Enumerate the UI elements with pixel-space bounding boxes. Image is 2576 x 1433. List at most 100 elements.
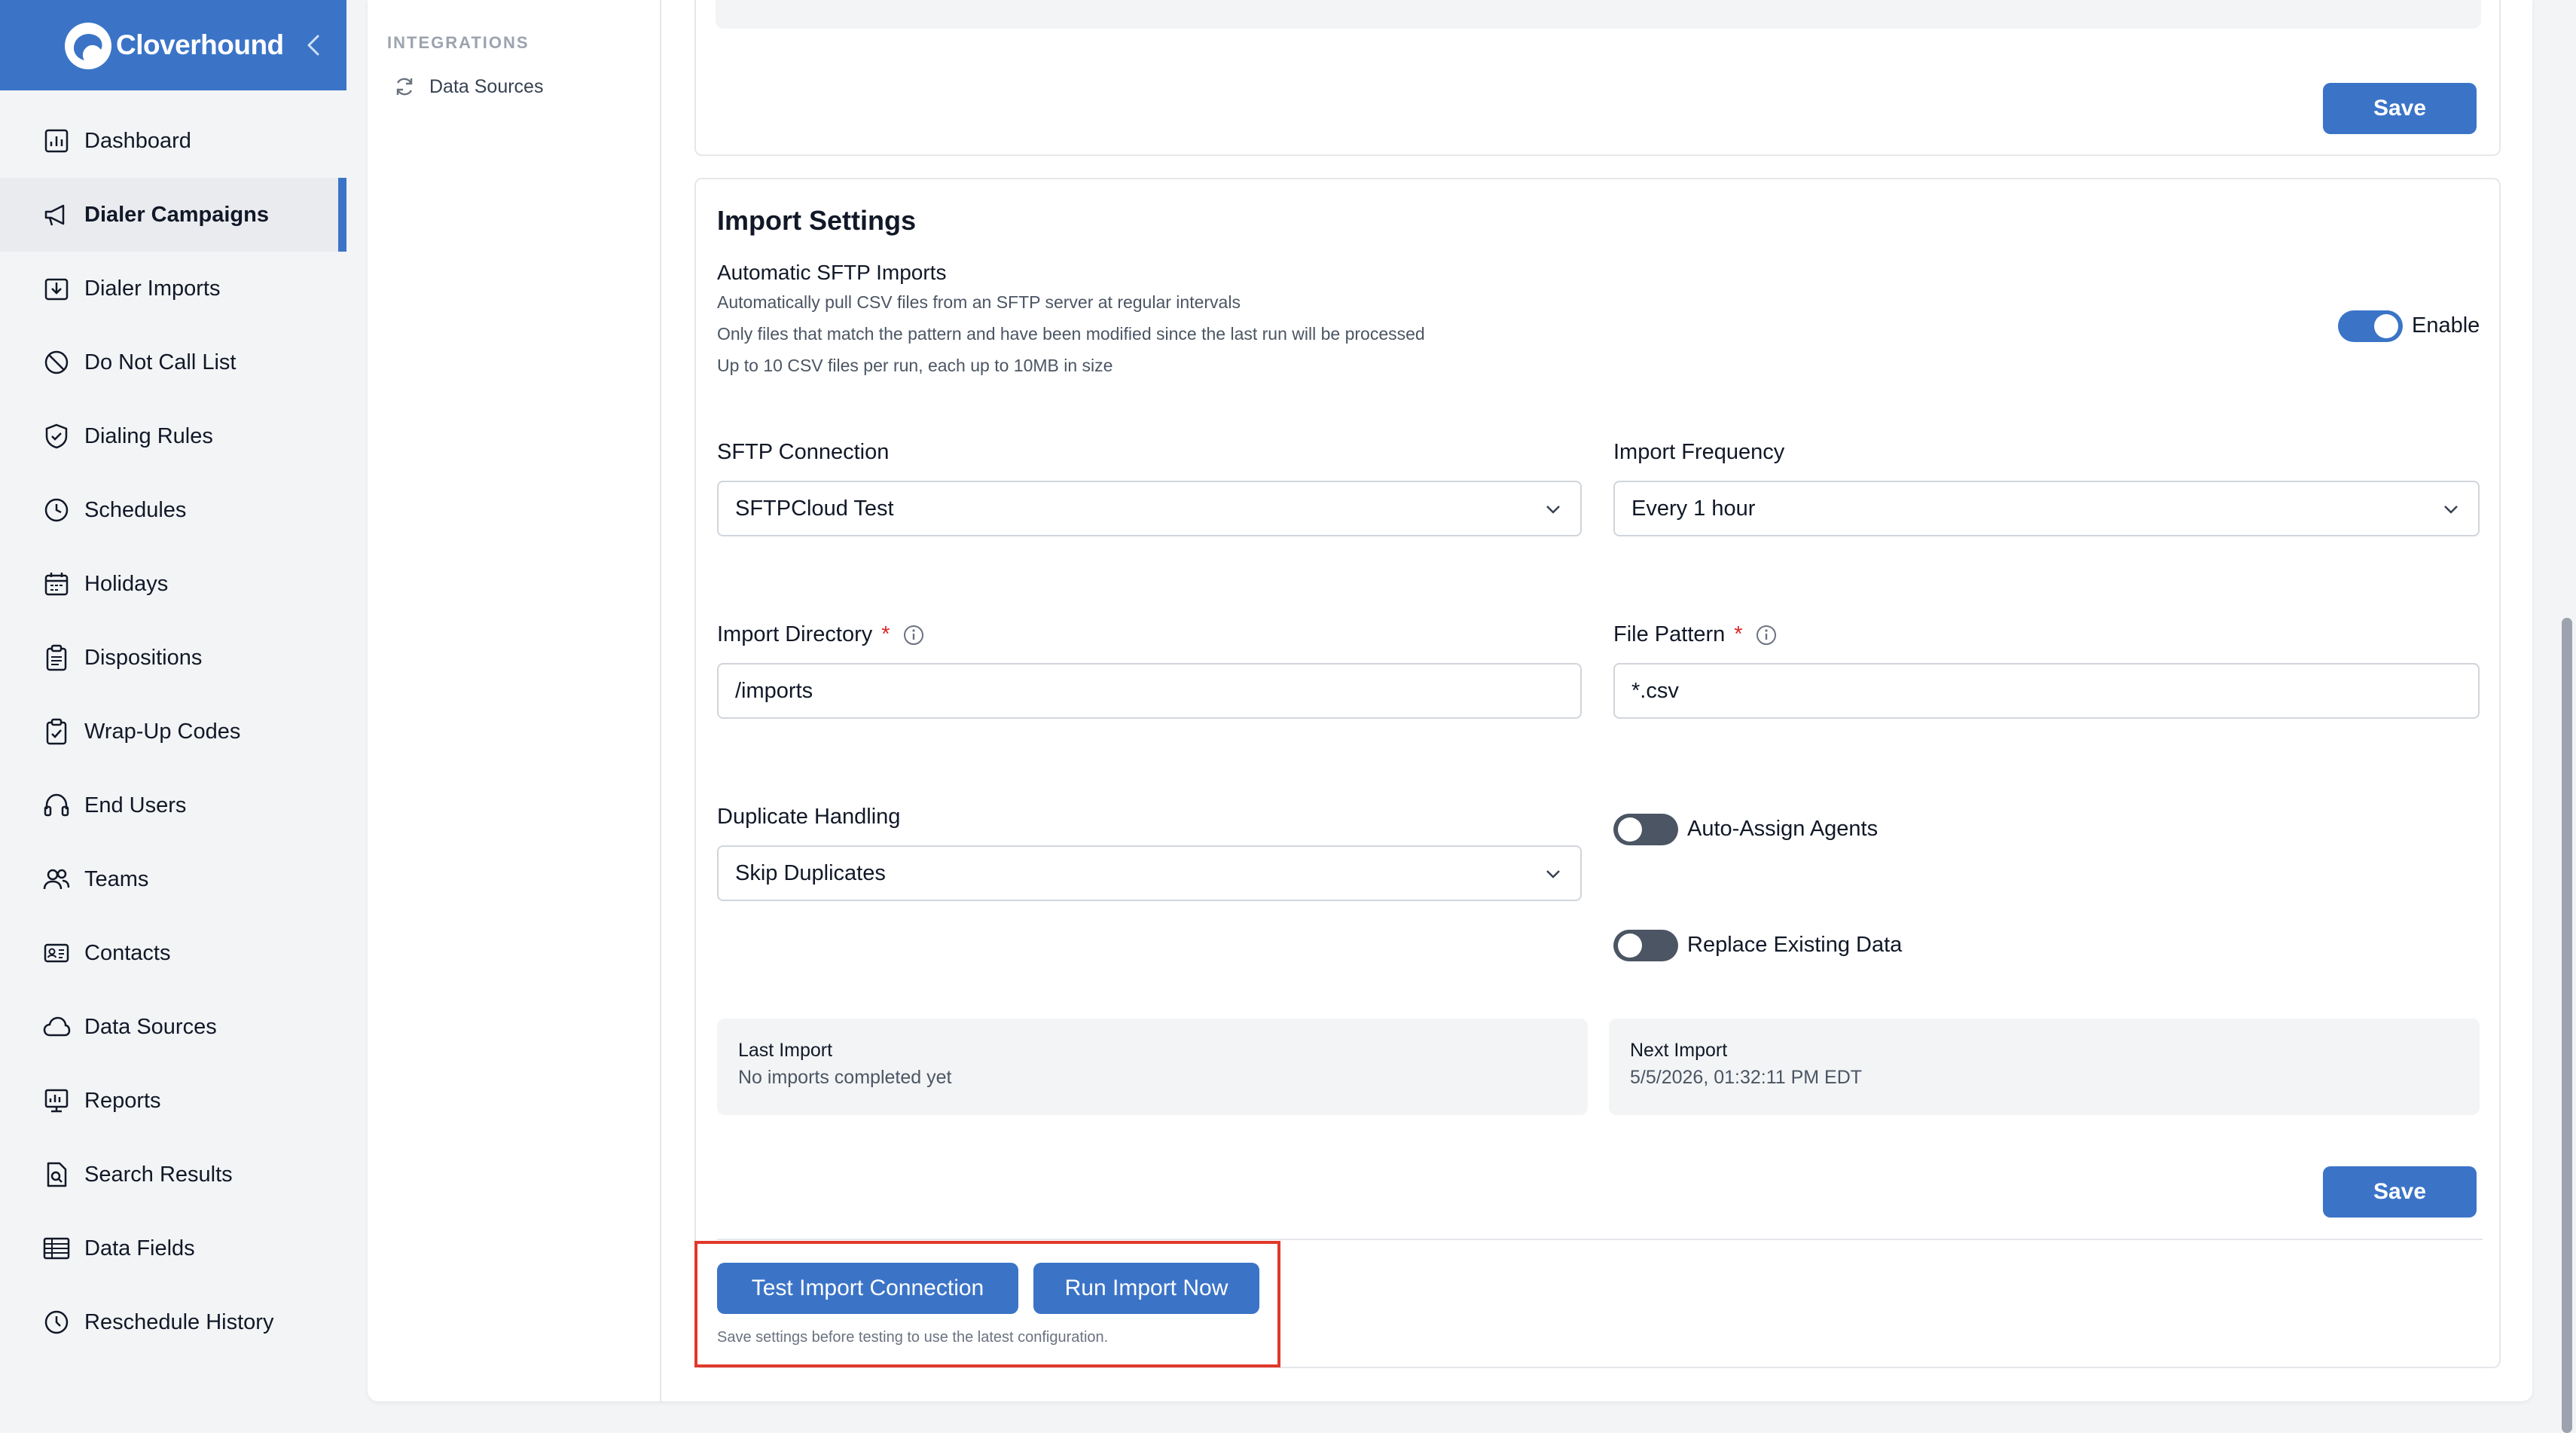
sidebar-item-search-results[interactable]: Search Results xyxy=(0,1138,346,1211)
sidebar-item-end-users[interactable]: End Users xyxy=(0,768,346,842)
enable-toggle[interactable] xyxy=(2338,310,2403,342)
sidebar-item-label: Reschedule History xyxy=(84,1309,274,1334)
sftp-connection-select[interactable]: SFTPCloud Test xyxy=(717,481,1582,536)
auto-assign-toggle[interactable] xyxy=(1613,814,1678,845)
save-button-top[interactable]: Save xyxy=(2323,83,2477,134)
input-value: /imports xyxy=(735,678,813,703)
page-scrollbar[interactable] xyxy=(2558,0,2576,1433)
sidebar-item-teams[interactable]: Teams xyxy=(0,842,346,916)
duplicate-handling-select[interactable]: Skip Duplicates xyxy=(717,845,1582,901)
required-marker: * xyxy=(881,622,890,646)
last-import-label: Last Import xyxy=(738,1040,833,1061)
sidebar-item-reports[interactable]: Reports xyxy=(0,1064,346,1138)
sidebar-item-dialer-campaigns[interactable]: Dialer Campaigns xyxy=(0,178,346,252)
shield-icon xyxy=(45,423,68,449)
automatic-sftp-title: Automatic SFTP Imports xyxy=(717,261,947,284)
replace-existing-label: Replace Existing Data xyxy=(1687,933,1903,957)
sidebar-item-dispositions[interactable]: Dispositions xyxy=(0,621,346,695)
sidebar-item-label: Dashboard xyxy=(84,128,191,153)
input-value: *.csv xyxy=(1631,678,1679,703)
sidebar-item-label: Schedules xyxy=(84,497,187,522)
chevron-down-icon xyxy=(1546,506,1560,514)
block-icon xyxy=(44,350,69,374)
file-search-icon xyxy=(47,1162,67,1187)
divider xyxy=(717,1239,2483,1240)
enable-label: Enable xyxy=(2412,313,2480,338)
toggle-knob xyxy=(2374,314,2398,338)
sidebar-item-label: Reports xyxy=(84,1088,161,1113)
sidebar-item-label: Dialing Rules xyxy=(84,423,213,448)
collapse-sidebar-icon[interactable] xyxy=(303,32,325,59)
history-icon xyxy=(44,1310,69,1334)
field-label-text: SFTP Connection xyxy=(717,440,890,464)
clock-icon xyxy=(44,498,69,522)
description-line: Only files that match the pattern and ha… xyxy=(717,324,1425,344)
sidebar-item-label: Holidays xyxy=(84,571,169,596)
required-marker: * xyxy=(1734,622,1743,646)
toggle-knob xyxy=(1618,817,1642,842)
sidebar-item-label: Search Results xyxy=(84,1162,233,1187)
sidebar-item-data-sources[interactable]: Data Sources xyxy=(0,990,346,1064)
sidebar-item-dialing-rules[interactable]: Dialing Rules xyxy=(0,399,346,473)
field-label-text: Duplicate Handling xyxy=(717,805,901,829)
sidebar-item-label: Dialer Campaigns xyxy=(84,202,269,227)
subnav-item-data-sources[interactable]: Data Sources xyxy=(393,75,543,98)
highlight-box xyxy=(694,1241,1280,1367)
info-icon[interactable] xyxy=(1755,624,1778,646)
sidebar-item-schedules[interactable]: Schedules xyxy=(0,473,346,547)
next-import-value: 5/5/2026, 01:32:11 PM EDT xyxy=(1630,1067,1863,1088)
scrollbar-thumb[interactable] xyxy=(2562,618,2572,1433)
calendar-icon xyxy=(44,573,69,596)
sidebar-item-dashboard[interactable]: Dashboard xyxy=(0,104,346,178)
cloverhound-logo-icon xyxy=(65,23,111,69)
field-label-text: Import Frequency xyxy=(1613,440,1785,464)
section-title: Import Settings xyxy=(717,205,917,236)
sidebar-item-label: Dispositions xyxy=(84,645,203,670)
info-strip xyxy=(716,0,2481,29)
sidebar: Cloverhound Dashboard Dialer Campaigns D… xyxy=(0,0,346,1433)
sidebar-item-label: Teams xyxy=(84,866,149,891)
replace-existing-toggle[interactable] xyxy=(1613,930,1678,961)
main-nav: Dashboard Dialer Campaigns Dialer Import… xyxy=(0,90,346,1359)
subnav-section-title: INTEGRATIONS xyxy=(387,33,530,52)
description-line: Up to 10 CSV files per run, each up to 1… xyxy=(717,356,1113,375)
sidebar-item-wrap-up-codes[interactable]: Wrap-Up Codes xyxy=(0,695,346,768)
id-card-icon xyxy=(44,943,69,963)
auto-assign-label: Auto-Assign Agents xyxy=(1687,817,1879,841)
sidebar-item-dialer-imports[interactable]: Dialer Imports xyxy=(0,252,346,325)
sync-icon xyxy=(396,78,413,96)
save-button[interactable]: Save xyxy=(2323,1166,2477,1218)
sidebar-item-contacts[interactable]: Contacts xyxy=(0,916,346,990)
duplicate-handling-label: Duplicate Handling xyxy=(717,805,900,830)
import-directory-input[interactable]: /imports xyxy=(717,663,1582,719)
integrations-subnav: INTEGRATIONS Data Sources xyxy=(368,0,661,1401)
import-settings-panel: Import Settings Automatic SFTP Imports A… xyxy=(694,178,2501,1368)
clipboard-check-icon xyxy=(46,718,67,745)
field-label-text: File Pattern xyxy=(1613,622,1726,646)
sidebar-item-do-not-call-list[interactable]: Do Not Call List xyxy=(0,325,346,399)
sftp-connection-label: SFTP Connection xyxy=(717,440,889,465)
file-pattern-label: File Pattern * xyxy=(1613,622,1778,647)
select-value: Every 1 hour xyxy=(1631,496,1756,521)
last-import-value: No imports completed yet xyxy=(738,1067,952,1088)
sidebar-item-label: Data Fields xyxy=(84,1236,195,1260)
file-pattern-input[interactable]: *.csv xyxy=(1613,663,2480,719)
sidebar-item-label: Contacts xyxy=(84,940,171,965)
clipboard-icon xyxy=(46,644,67,671)
description-line: Automatically pull CSV files from an SFT… xyxy=(717,292,1241,312)
import-frequency-select[interactable]: Every 1 hour xyxy=(1613,481,2480,536)
sidebar-item-data-fields[interactable]: Data Fields xyxy=(0,1211,346,1285)
previous-settings-panel: Save xyxy=(694,0,2501,156)
info-icon[interactable] xyxy=(902,624,925,646)
select-value: SFTPCloud Test xyxy=(735,496,894,521)
table-icon xyxy=(43,1237,70,1260)
chart-icon xyxy=(44,129,69,153)
sidebar-item-reschedule-history[interactable]: Reschedule History xyxy=(0,1285,346,1359)
megaphone-icon xyxy=(44,204,65,226)
import-icon xyxy=(44,278,69,301)
next-import-label: Next Import xyxy=(1630,1040,1728,1061)
cloud-icon xyxy=(43,1016,71,1037)
sidebar-item-holidays[interactable]: Holidays xyxy=(0,547,346,621)
chevron-down-icon xyxy=(1546,870,1560,878)
chevron-down-icon xyxy=(2444,506,2458,514)
